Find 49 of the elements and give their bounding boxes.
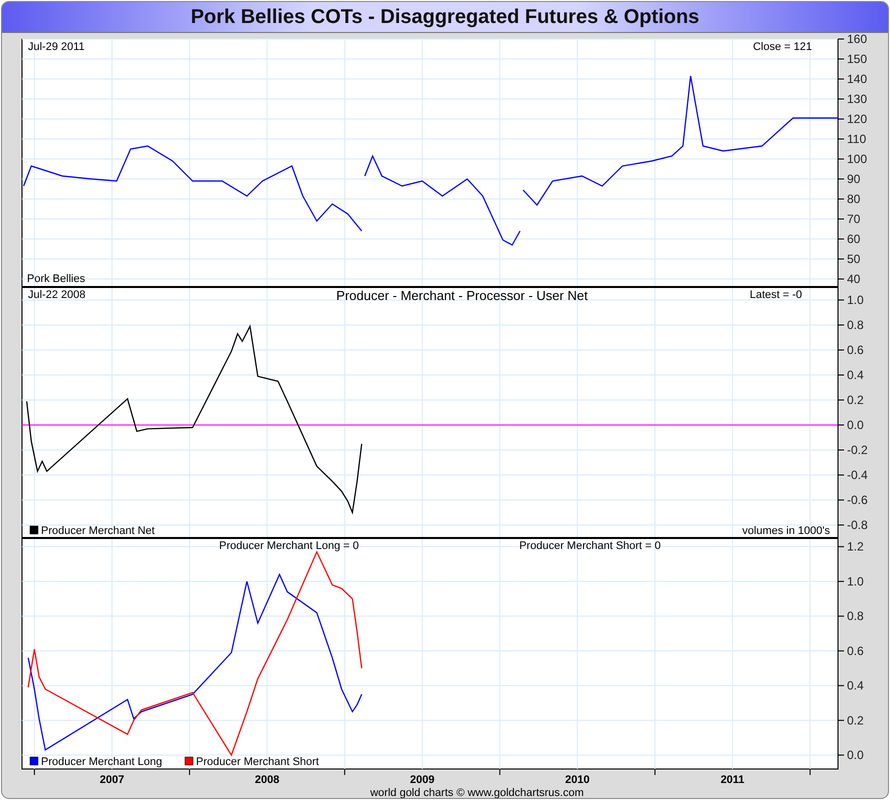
axis-label: 0.2 bbox=[847, 713, 864, 728]
axis-label: 140 bbox=[847, 72, 868, 86]
axis-label: 0.6 bbox=[847, 644, 864, 658]
axis-label: 1.2 bbox=[847, 540, 864, 554]
year-label: 2010 bbox=[565, 774, 590, 786]
long-reading: Producer Merchant Long = 0 bbox=[219, 540, 359, 552]
latest-reading: Latest = -0 bbox=[750, 289, 802, 301]
axis-label: 0.4 bbox=[847, 368, 864, 382]
axis-label: 0.0 bbox=[847, 418, 864, 432]
axis-label: 1.0 bbox=[847, 293, 864, 307]
date-label: Jul-29 2011 bbox=[28, 41, 85, 53]
close-reading: Close = 121 bbox=[752, 41, 812, 53]
axis-label: 0.0 bbox=[847, 748, 864, 762]
axis-label: -0.2 bbox=[847, 443, 868, 457]
axis-label: 0.4 bbox=[847, 678, 864, 693]
axis-label: 0.6 bbox=[847, 343, 864, 357]
axis-label: 50 bbox=[847, 252, 860, 266]
axis-label: 150 bbox=[847, 52, 868, 66]
axis-label: 60 bbox=[847, 232, 860, 246]
year-label: 2009 bbox=[410, 774, 434, 786]
axis-label: 110 bbox=[847, 132, 866, 146]
year-label: 2008 bbox=[254, 774, 280, 786]
footer-credit: world gold charts © www.goldchartsrus.com bbox=[370, 787, 584, 798]
chart-title: Pork Bellies COTs - Disaggregated Futures & Options bbox=[2, 2, 888, 33]
axis-label: -0.4 bbox=[847, 468, 868, 482]
axis-label: 80 bbox=[847, 192, 860, 206]
axis-label: 1.0 bbox=[847, 574, 864, 588]
axis-label: 0.8 bbox=[847, 318, 864, 332]
axis-label: -0.8 bbox=[847, 518, 868, 532]
axis-label: 120 bbox=[847, 112, 868, 126]
axis-label: 0.8 bbox=[847, 609, 864, 624]
series-label: Pork Bellies bbox=[27, 273, 86, 285]
short-reading: Producer Merchant Short = 0 bbox=[519, 540, 661, 552]
axis-label: -0.6 bbox=[847, 493, 868, 507]
legend-label: Producer Merchant Short bbox=[196, 756, 319, 768]
legend-label: Producer Merchant Net bbox=[41, 525, 155, 537]
year-label: 2011 bbox=[720, 774, 744, 786]
units-note: volumes in 1000's bbox=[742, 525, 830, 537]
axis-label: 130 bbox=[847, 92, 868, 106]
axis-label: 90 bbox=[847, 172, 860, 186]
axis-label: 40 bbox=[847, 272, 860, 286]
year-label: 2007 bbox=[100, 774, 124, 786]
date-label: Jul-22 2008 bbox=[28, 289, 86, 301]
legend-label: Producer Merchant Long bbox=[41, 756, 162, 768]
panel-heading: Producer - Merchant - Processor - User Net bbox=[336, 288, 588, 303]
axis-label: 0.2 bbox=[847, 393, 864, 407]
axis-label: 70 bbox=[847, 212, 860, 226]
axis-label: 160 bbox=[847, 33, 868, 46]
axis-label: 100 bbox=[847, 152, 868, 166]
